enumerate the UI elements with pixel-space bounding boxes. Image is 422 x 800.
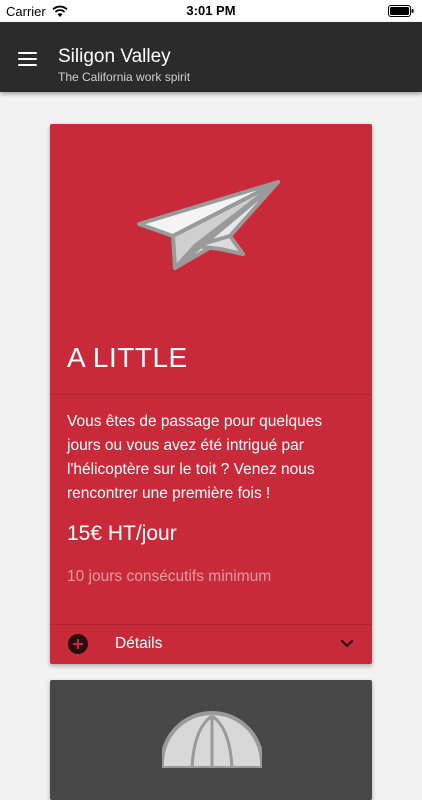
clock: 3:01 PM bbox=[186, 3, 236, 18]
card-price: 15€ HT/jour bbox=[67, 522, 177, 545]
paper-plane-icon bbox=[137, 180, 280, 270]
offer-card bbox=[50, 680, 372, 800]
battery-icon bbox=[388, 5, 414, 17]
menu-button[interactable] bbox=[10, 44, 46, 74]
card-description: Vous êtes de passage pour quelques jours… bbox=[67, 413, 323, 502]
status-bar: Carrier 3:01 PM bbox=[0, 0, 422, 22]
card-minimum: 10 jours consécutifs minimum bbox=[67, 568, 272, 585]
app-bar: Siligon Valley The California work spiri… bbox=[0, 22, 422, 92]
hot-air-balloon-icon bbox=[162, 711, 262, 768]
app-subtitle: The California work spirit bbox=[58, 70, 191, 84]
app-title: Siligon Valley bbox=[58, 46, 171, 67]
divider bbox=[50, 394, 372, 395]
hamburger-menu-icon bbox=[18, 52, 37, 54]
details-toggle[interactable]: Détails bbox=[50, 625, 372, 664]
card-title: A LITTLE bbox=[67, 342, 188, 373]
details-label: Détails bbox=[115, 635, 163, 652]
chevron-down-icon bbox=[340, 639, 354, 648]
offer-card: A LITTLE Vous êtes de passage pour quelq… bbox=[50, 124, 372, 664]
plus-circle-icon bbox=[68, 634, 88, 654]
